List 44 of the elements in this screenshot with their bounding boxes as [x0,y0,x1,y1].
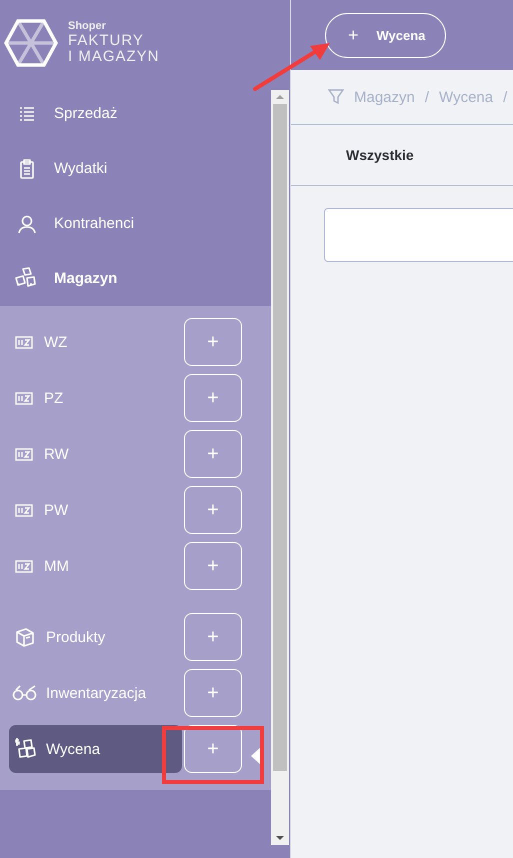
product-name: I MAGAZYN [68,48,160,65]
nav-item[interactable]: Magazyn [0,251,271,306]
menu-item[interactable]: MM [9,542,182,590]
add-button[interactable]: + [184,542,242,590]
menu-item[interactable]: Wycena [9,725,182,773]
document-icon [15,392,33,404]
add-button[interactable]: + [184,318,242,366]
nav-item[interactable]: Kontrahenci [0,196,271,251]
menu-item[interactable]: RW [9,430,182,478]
menu-item[interactable]: PW [9,486,182,534]
menu-item[interactable]: PZ [9,374,182,422]
document-icon [15,504,33,516]
nav-item[interactable]: Wydatki [0,141,271,196]
document-icon [15,336,33,348]
breadcrumb-separator: / [503,88,508,106]
add-button[interactable]: + [184,374,242,422]
breadcrumb-separator: / [424,88,430,106]
menu-item[interactable]: Inwentaryzacja [9,669,182,717]
filter-icon [328,89,344,105]
add-button[interactable]: + [184,430,242,478]
logo-icon [4,19,58,67]
nav-item[interactable]: Sprzedaż [0,86,271,141]
person-icon [17,214,37,234]
breadcrumb-link[interactable]: Magazyn [354,88,415,106]
clipboard-icon [18,158,36,178]
input-field[interactable] [324,208,513,262]
add-button[interactable]: + [184,486,242,534]
priced-boxes-icon [13,737,37,761]
tab[interactable]: Wszystkie [346,147,414,163]
add-button[interactable]: + [184,669,242,717]
document-icon [15,448,33,460]
brand-name: Shoper [68,21,107,34]
menu-item[interactable]: Produkty [9,613,182,661]
add-button[interactable]: + [184,725,242,773]
scrollbar[interactable] [271,90,289,845]
menu-item[interactable]: WZ [9,318,182,366]
list-icon [18,104,36,122]
tooltip-pointer [251,746,262,766]
add-button[interactable]: + [184,613,242,661]
document-icon [15,560,33,572]
product-name: FAKTURY [68,33,145,49]
glasses-icon [12,685,38,701]
box-icon [14,626,36,648]
breadcrumb-link[interactable]: Wycena [439,88,494,106]
